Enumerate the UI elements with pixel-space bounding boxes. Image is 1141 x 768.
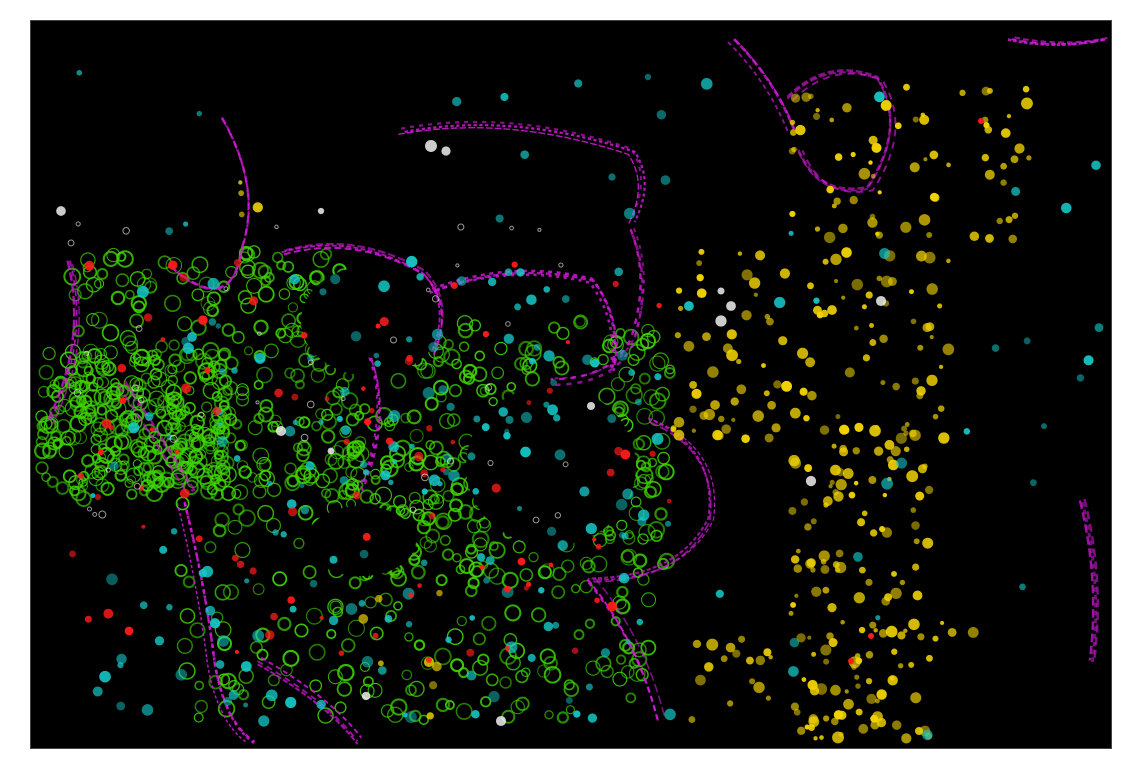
micrograph-frame (30, 20, 1112, 749)
fluorescence-micrograph (31, 21, 1111, 748)
